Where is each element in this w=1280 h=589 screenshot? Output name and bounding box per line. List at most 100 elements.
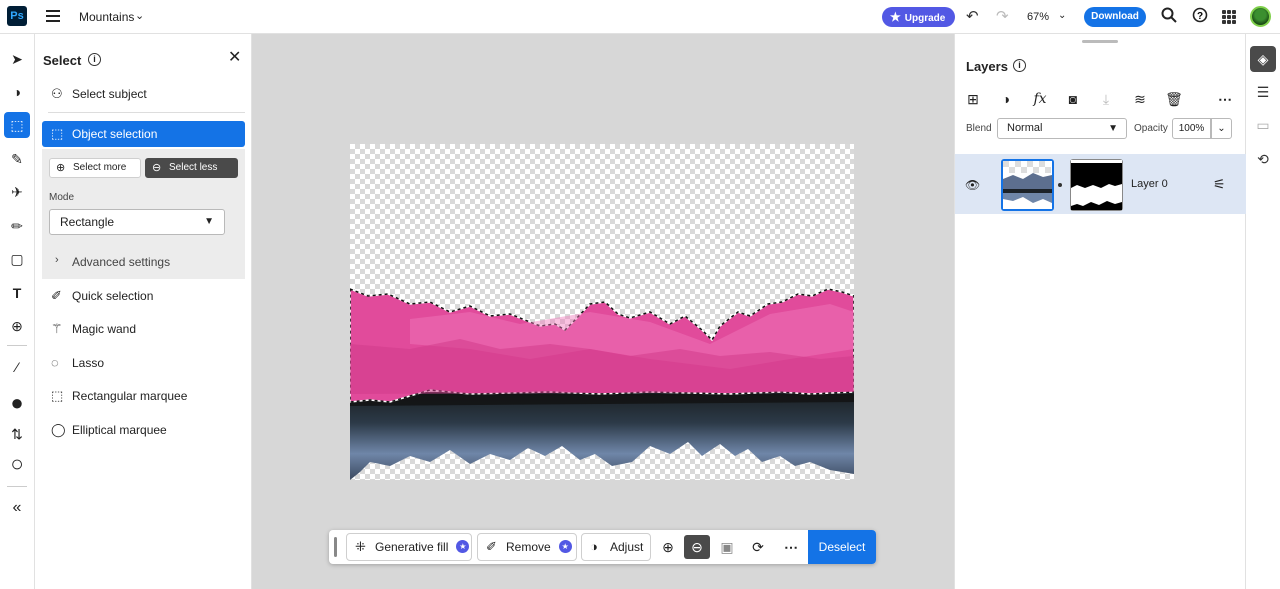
mask-thumbnail[interactable]	[1070, 159, 1123, 211]
document-title[interactable]: Mountains	[79, 10, 134, 24]
lasso-item[interactable]: ◌ Lasso	[42, 350, 245, 376]
drag-handle[interactable]	[334, 537, 337, 557]
select-more-button[interactable]: ⊕ Select more	[49, 158, 141, 178]
apps-grid-icon[interactable]	[1222, 10, 1236, 24]
quick-selection-icon: ✐	[51, 288, 62, 303]
history-icon[interactable]: ⟲	[1250, 146, 1276, 172]
deselect-button[interactable]: Deselect	[808, 530, 876, 564]
more-options-icon[interactable]: ⋯	[1215, 90, 1235, 108]
subtract-from-selection-icon[interactable]: ⊖	[684, 535, 710, 559]
button-label: Select less	[169, 162, 218, 173]
move-tool-icon[interactable]: ➤	[4, 46, 30, 72]
photoshop-logo[interactable]: Ps	[7, 6, 27, 26]
add-layer-icon[interactable]: ⊞	[963, 90, 983, 108]
button-label: Adjust	[610, 540, 644, 554]
adjust-button[interactable]: ◑ Adjust	[581, 533, 651, 561]
brush-tool-icon[interactable]: ✏	[4, 213, 30, 239]
eyedropper-tool-icon[interactable]: ⁄	[4, 354, 30, 380]
select-less-button[interactable]: ⊖ Select less	[145, 158, 238, 178]
remove-button[interactable]: ✐ Remove ★	[477, 533, 577, 561]
mode-dropdown[interactable]: Rectangle ▼	[49, 209, 225, 235]
premium-star-icon: ★	[558, 540, 572, 554]
merge-down-icon[interactable]: ⤓	[1096, 90, 1116, 108]
layers-stack-icon[interactable]: ◈	[1250, 46, 1276, 72]
background-color-icon[interactable]: ○	[4, 451, 30, 477]
select-subject-item[interactable]: ⚇ Select subject	[42, 81, 245, 107]
star-icon: ★	[890, 10, 901, 24]
adjust-tool-icon[interactable]: ◑	[4, 79, 30, 105]
mask-icon[interactable]: ▣	[714, 535, 740, 559]
canvas-area[interactable]	[252, 34, 954, 589]
info-icon[interactable]: i	[1013, 59, 1026, 72]
premium-star-icon: ★	[456, 540, 470, 554]
search-icon[interactable]	[1161, 7, 1177, 27]
top-bar: Ps Mountains ⌄ ★ Upgrade ↶ ↷ 67% ⌄ Downlo…	[0, 0, 1280, 34]
generative-tool-icon[interactable]: ✈	[4, 179, 30, 205]
visibility-eye-icon[interactable]: 👁	[965, 178, 980, 192]
layer-name[interactable]: Layer 0	[1131, 178, 1168, 190]
zoom-level[interactable]: 67%	[1027, 11, 1049, 23]
object-selection-item[interactable]: ⬚ Object selection	[42, 121, 245, 147]
panel-drag-handle[interactable]	[1082, 40, 1118, 43]
layer-properties-icon[interactable]: ⚟	[1213, 176, 1226, 193]
more-options-icon[interactable]: ⋯	[778, 535, 804, 559]
opacity-chevron-icon[interactable]: ⌄	[1211, 118, 1232, 139]
chevron-right-icon: ›	[55, 254, 59, 266]
object-selection-icon: ⬚	[51, 126, 64, 141]
select-panel: Select i ✕ ⚇ Select subject ⬚ Object sel…	[35, 34, 252, 589]
opacity-input[interactable]: 100%	[1172, 118, 1211, 139]
quick-selection-item[interactable]: ✐ Quick selection	[42, 283, 245, 309]
download-button[interactable]: Download	[1084, 7, 1146, 27]
properties-sliders-icon[interactable]: ☰	[1250, 79, 1276, 105]
contextual-taskbar: ⁜ Generative fill ★ ✐ Remove ★ ◑ Adjust ⊕ …	[329, 530, 876, 564]
upgrade-button[interactable]: ★ Upgrade	[882, 7, 955, 27]
delete-trash-icon[interactable]: 🗑	[1164, 90, 1184, 108]
adjustment-layer-icon[interactable]: ◑	[996, 90, 1016, 108]
add-selection-icon: ⊕	[56, 162, 66, 174]
add-mask-icon[interactable]: ◙	[1063, 90, 1083, 108]
help-icon[interactable]: ?	[1192, 7, 1208, 27]
foreground-color-icon[interactable]: ●	[4, 390, 30, 416]
add-to-selection-icon[interactable]: ⊕	[655, 535, 681, 559]
comments-icon[interactable]: ▭	[1250, 112, 1276, 138]
info-icon[interactable]: i	[88, 53, 101, 66]
generative-fill-button[interactable]: ⁜ Generative fill ★	[346, 533, 472, 561]
lasso-icon: ◌	[51, 355, 59, 370]
blend-mode-dropdown[interactable]: Normal ▼	[997, 118, 1127, 139]
healing-brush-tool-icon[interactable]: ✎	[4, 146, 30, 172]
collapse-toolbar-icon[interactable]: «	[4, 495, 30, 521]
undo-icon[interactable]: ↶	[966, 7, 979, 25]
magic-wand-item[interactable]: ⚚ Magic wand	[42, 316, 245, 342]
document-canvas[interactable]	[350, 144, 854, 480]
rectangle-tool-icon[interactable]: ▢	[4, 246, 30, 272]
redo-icon[interactable]: ↷	[996, 7, 1009, 25]
swap-colors-icon[interactable]: ⇅	[4, 421, 30, 447]
menu-icon[interactable]	[46, 10, 60, 22]
left-toolbar: ➤ ◑ ⬚ ✎ ✈ ✏ ▢ T ⊕ ⁄ ● ⇅ ○ «	[0, 34, 35, 589]
panel-title: Select	[43, 53, 82, 68]
add-image-tool-icon[interactable]: ⊕	[4, 313, 30, 339]
effects-fx-icon[interactable]: fx	[1030, 90, 1050, 108]
layer-row[interactable]: 👁 Layer 0 ⚟	[955, 154, 1246, 214]
zoom-chevron-icon[interactable]: ⌄	[1058, 10, 1066, 21]
avatar[interactable]	[1250, 6, 1271, 27]
toolbar-divider	[7, 486, 27, 487]
item-label: Rectangular marquee	[72, 389, 188, 403]
rectangular-marquee-item[interactable]: ⬚ Rectangular marquee	[42, 383, 245, 409]
panel-title: Layers	[966, 59, 1008, 74]
layer-stack-icon[interactable]: ≋	[1130, 90, 1150, 108]
type-tool-icon[interactable]: T	[4, 280, 30, 306]
divider	[48, 112, 245, 113]
toolbar-divider	[7, 345, 27, 346]
link-icon[interactable]	[1058, 183, 1062, 187]
object-selection-tool-icon[interactable]: ⬚	[4, 112, 30, 138]
advanced-settings-toggle[interactable]: › Advanced settings	[55, 254, 170, 269]
chevron-down-icon[interactable]: ⌄	[135, 9, 144, 22]
close-icon[interactable]: ✕	[228, 47, 241, 67]
invert-selection-icon[interactable]: ⟳	[745, 535, 771, 559]
upgrade-label: Upgrade	[904, 13, 946, 24]
chevron-down-icon: ▼	[204, 216, 214, 227]
elliptical-marquee-item[interactable]: ◯ Elliptical marquee	[42, 417, 245, 443]
layer-thumbnail[interactable]	[1001, 159, 1054, 211]
mode-label: Mode	[49, 192, 75, 203]
